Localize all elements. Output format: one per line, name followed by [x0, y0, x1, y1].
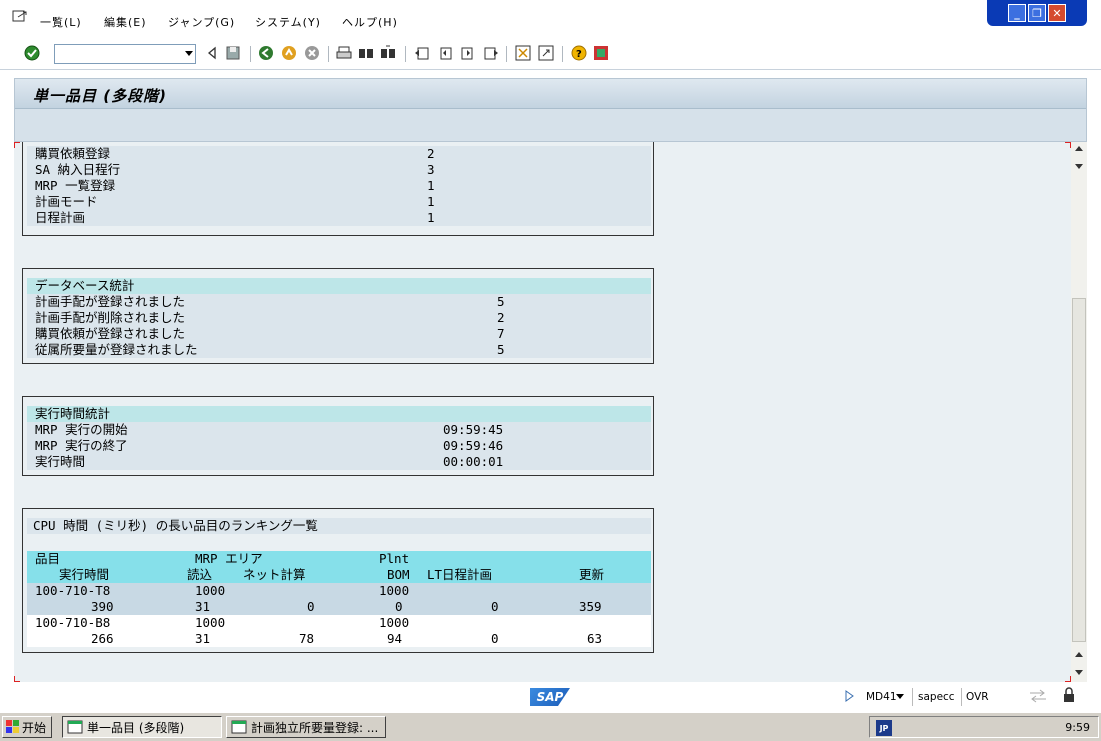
customize-icon[interactable] — [593, 45, 609, 61]
create-session-icon[interactable] — [515, 45, 531, 61]
database-stats-box: データベース統計 計画手配が登録されました 5 計画手配が削除されました 2 購… — [22, 268, 654, 364]
title-bar: 単一品目 (多段階) — [15, 79, 1086, 109]
toolbar-separator — [250, 46, 251, 62]
menu-system[interactable]: システム(Y) — [255, 14, 321, 30]
list-item: MRP 実行の終了 09:59:46 — [27, 438, 651, 454]
table-row: 100-710-T8 1000 1000 — [27, 583, 651, 599]
section-heading: CPU 時間 (ミリ秒) の長い品目のランキング一覧 — [27, 518, 651, 534]
exit-icon[interactable] — [281, 45, 297, 61]
window-controls: _ ❐ ✕ — [987, 0, 1087, 26]
section-heading: データベース統計 — [27, 278, 651, 294]
system-tray: JP 9:59 — [869, 716, 1099, 738]
server-name: sapecc — [918, 691, 955, 703]
status-separator — [961, 688, 962, 706]
list-item: 実行時間 00:00:01 — [27, 454, 651, 470]
creation-summary-box: 購買依頼登録 2 SA 納入日程行 3 MRP 一覧登録 1 計画モード 1 日… — [22, 142, 654, 236]
save-icon[interactable] — [225, 45, 241, 61]
scroll-down-icon[interactable] — [1075, 164, 1083, 169]
table-header-row: 品目 MRP エリア Plnt — [27, 551, 651, 567]
shortcut-icon[interactable] — [538, 45, 554, 61]
close-icon[interactable]: ✕ — [1048, 4, 1066, 22]
report-area: 購買依頼登録 2 SA 納入日程行 3 MRP 一覧登録 1 計画モード 1 日… — [14, 142, 1071, 682]
list-item: 計画手配が登録されました 5 — [27, 294, 651, 310]
toolbar-separator — [405, 46, 406, 62]
table-header-row: 実行時間 読込 ネット計算 BOM LT日程計画 更新 — [27, 567, 651, 583]
window-icon — [231, 720, 247, 734]
check-icon[interactable] — [24, 45, 40, 61]
toolbar-separator — [328, 46, 329, 62]
menu-edit[interactable]: 編集(E) — [104, 14, 147, 30]
help-icon[interactable]: ? — [571, 45, 587, 61]
taskbar-item-sap-second[interactable]: 計画独立所要量登録: ... — [226, 716, 386, 738]
corner-marker — [14, 142, 20, 148]
taskbar-item-sap-main[interactable]: 単一品目 (多段階) — [62, 716, 222, 738]
table-row: 266 31 78 94 0 63 — [27, 631, 651, 647]
prev-page-icon[interactable] — [437, 45, 453, 61]
toolbar-separator — [562, 46, 563, 62]
scroll-up-icon[interactable] — [1075, 652, 1083, 657]
list-item: SA 納入日程行 3 — [27, 162, 651, 178]
play-icon[interactable] — [844, 690, 854, 702]
clock: 9:59 — [1065, 721, 1090, 734]
connection-icon — [1030, 689, 1046, 703]
find-icon[interactable] — [358, 45, 374, 61]
list-item: MRP 一覧登録 1 — [27, 178, 651, 194]
list-item: 計画モード 1 — [27, 194, 651, 210]
window-icon — [67, 720, 83, 734]
title-panel: 単一品目 (多段階) — [14, 78, 1087, 142]
ime-indicator[interactable]: JP — [876, 720, 892, 736]
input-mode[interactable]: OVR — [966, 691, 989, 703]
cancel-icon[interactable] — [304, 45, 320, 61]
windows-taskbar: 开始 単一品目 (多段階) 計画独立所要量登録: ... JP 9:59 — [0, 712, 1101, 741]
chevron-down-icon[interactable] — [896, 694, 904, 699]
table-row: 390 31 0 0 0 359 — [27, 599, 651, 615]
list-item: 計画手配が削除されました 2 — [27, 310, 651, 326]
section-heading: 実行時間統計 — [27, 406, 651, 422]
print-icon[interactable] — [336, 45, 352, 61]
scroll-up-icon[interactable] — [1075, 146, 1083, 151]
first-page-icon[interactable] — [414, 45, 430, 61]
green-back-icon[interactable] — [258, 45, 274, 61]
scroll-thumb[interactable] — [1072, 298, 1086, 642]
chevron-down-icon[interactable] — [185, 51, 193, 56]
lock-icon[interactable] — [1062, 687, 1076, 703]
menu-goto[interactable]: ジャンプ(G) — [168, 14, 235, 30]
status-bar: SAP MD41 sapecc OVR — [0, 682, 1101, 712]
start-button[interactable]: 开始 — [2, 716, 52, 738]
windows-logo-icon — [6, 720, 19, 733]
svg-text:?: ? — [576, 49, 582, 60]
minimize-icon[interactable]: _ — [1008, 4, 1026, 22]
sap-logo: SAP — [530, 688, 570, 706]
standard-toolbar: ? — [0, 38, 1101, 70]
status-separator — [912, 688, 913, 706]
transaction-code[interactable]: MD41 — [866, 691, 897, 703]
menu-list[interactable]: 一覧(L) — [40, 14, 82, 30]
list-item: MRP 実行の開始 09:59:45 — [27, 422, 651, 438]
list-item: 日程計画 1 — [27, 210, 651, 226]
menu-bar: 一覧(L) 編集(E) ジャンプ(G) システム(Y) ヘルプ(H) _ ❐ ✕ — [0, 0, 1101, 38]
table-row: 100-710-B8 1000 1000 — [27, 615, 651, 631]
command-field[interactable] — [54, 44, 196, 64]
restore-icon[interactable]: ❐ — [1028, 4, 1046, 22]
last-page-icon[interactable] — [483, 45, 499, 61]
next-page-icon[interactable] — [460, 45, 476, 61]
menu-help[interactable]: ヘルプ(H) — [342, 14, 398, 30]
scroll-down-icon[interactable] — [1075, 670, 1083, 675]
system-menu-icon[interactable] — [12, 10, 28, 24]
start-label: 开始 — [22, 720, 47, 735]
vertical-scrollbar[interactable] — [1071, 142, 1087, 682]
runtime-stats-box: 実行時間統計 MRP 実行の開始 09:59:45 MRP 実行の終了 09:5… — [22, 396, 654, 476]
list-item: 従属所要量が登録されました 5 — [27, 342, 651, 358]
find-next-icon[interactable] — [380, 45, 396, 61]
back-icon[interactable] — [204, 45, 220, 61]
list-item: 購買依頼が登録されました 7 — [27, 326, 651, 342]
list-item: 購買依頼登録 2 — [27, 146, 651, 162]
page-title: 単一品目 (多段階) — [33, 87, 167, 105]
toolbar-separator — [506, 46, 507, 62]
cpu-ranking-box: CPU 時間 (ミリ秒) の長い品目のランキング一覧 品目 MRP エリア Pl… — [22, 508, 654, 653]
